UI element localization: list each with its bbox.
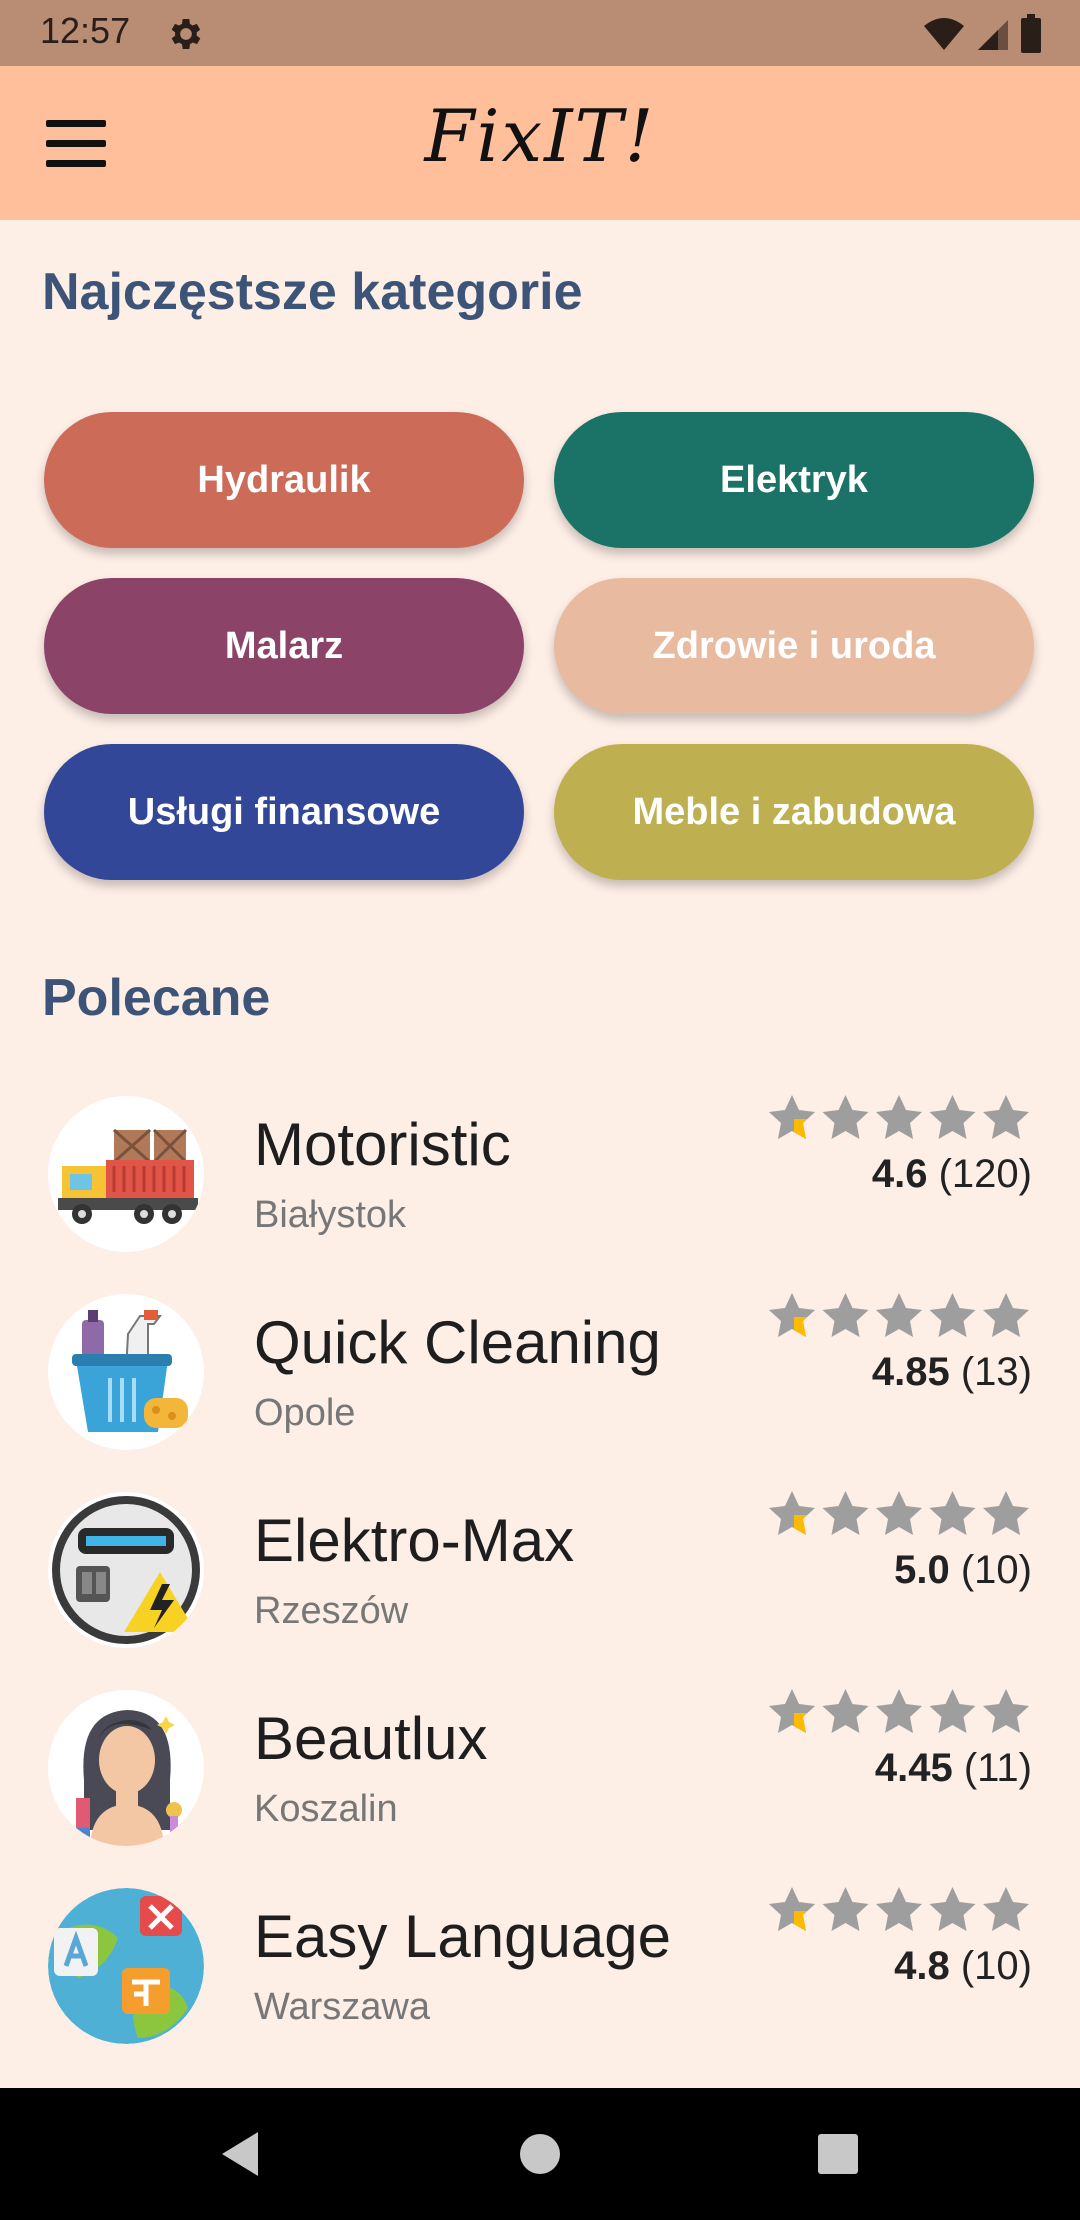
cleaning-bucket-icon — [48, 1294, 204, 1450]
recents-icon[interactable] — [806, 2122, 870, 2186]
rating-score: 4.6 — [871, 1152, 928, 1196]
cell-signal-icon — [978, 20, 1008, 50]
system-nav-bar — [0, 2088, 1080, 2220]
categories-title: Najczęstsze kategorie — [42, 263, 583, 321]
rating-stars — [769, 1491, 1029, 1535]
company-city: Białystok — [254, 1194, 407, 1236]
star-empty-icon — [769, 1293, 815, 1337]
rating-stars — [769, 1887, 1029, 1931]
app-title: FixIT! — [424, 94, 656, 178]
star-empty-icon — [876, 1887, 922, 1931]
star-empty-icon — [983, 1689, 1029, 1733]
company-city: Rzeszów — [254, 1590, 409, 1632]
status-icons — [922, 14, 1042, 54]
electric-meter-icon — [48, 1492, 204, 1648]
star-empty-icon — [876, 1095, 922, 1139]
company-name: Easy Language — [254, 1903, 672, 1970]
company-city: Koszalin — [254, 1788, 398, 1830]
company-name: Quick Cleaning — [254, 1309, 661, 1376]
category-meble-zabudowa-button[interactable]: Meble i zabudowa — [554, 744, 1034, 880]
rating-count: (13) — [960, 1350, 1032, 1394]
status-time: 12:57 — [40, 10, 131, 51]
rating-count: (10) — [960, 1944, 1032, 1988]
star-empty-icon — [929, 1095, 976, 1139]
rating-score: 4.45 — [874, 1746, 953, 1790]
list-item[interactable]: Motoristic Białystok 4.6 (120) — [0, 1074, 1080, 1272]
star-empty-icon — [822, 1491, 869, 1535]
battery-icon — [1021, 14, 1041, 53]
company-name: Motoristic — [254, 1111, 511, 1178]
company-name: Elektro-Max — [254, 1507, 575, 1574]
star-empty-icon — [822, 1887, 869, 1931]
list-item[interactable]: Quick Cleaning Opole 4.85 (13) — [0, 1272, 1080, 1470]
rating-score: 4.8 — [894, 1944, 950, 1988]
star-empty-icon — [822, 1095, 869, 1139]
rating-text: 5.0 (10) — [894, 1548, 1032, 1593]
list-item[interactable]: Beautlux Koszalin 4.45 (11) — [0, 1668, 1080, 1866]
category-uslugi-finansowe-button[interactable]: Usługi finansowe — [44, 744, 524, 880]
star-empty-icon — [822, 1293, 869, 1337]
star-empty-icon — [769, 1095, 815, 1139]
company-name: Beautlux — [254, 1705, 488, 1772]
rating-count: (10) — [960, 1548, 1032, 1592]
star-empty-icon — [983, 1887, 1029, 1931]
star-empty-icon — [929, 1887, 976, 1931]
rating-count: (11) — [963, 1746, 1032, 1790]
star-empty-icon — [876, 1491, 922, 1535]
category-malarz-button[interactable]: Malarz — [44, 578, 524, 714]
status-bar: 12:57 — [0, 0, 1080, 66]
rating-text: 4.85 (13) — [872, 1350, 1032, 1395]
back-icon[interactable] — [208, 2122, 272, 2186]
list-item[interactable]: Elektro-Max Rzeszów 5.0 (10) — [0, 1470, 1080, 1668]
star-empty-icon — [983, 1095, 1029, 1139]
category-zdrowie-uroda-button[interactable]: Zdrowie i uroda — [554, 578, 1034, 714]
home-icon[interactable] — [508, 2122, 572, 2186]
rating-score: 4.85 — [871, 1350, 950, 1394]
rating-score: 5.0 — [894, 1548, 950, 1592]
company-city: Opole — [254, 1392, 356, 1434]
rating-stars — [769, 1095, 1029, 1139]
star-empty-icon — [876, 1293, 922, 1337]
category-elektryk-button[interactable]: Elektryk — [554, 412, 1034, 548]
company-city: Warszawa — [254, 1986, 430, 2028]
star-empty-icon — [769, 1887, 815, 1931]
language-globe-icon — [48, 1888, 204, 2044]
rating-count: (120) — [938, 1152, 1032, 1196]
star-empty-icon — [929, 1293, 976, 1337]
star-empty-icon — [983, 1491, 1029, 1535]
recommended-title: Polecane — [42, 969, 271, 1027]
rating-text: 4.6 (120) — [872, 1152, 1032, 1197]
rating-stars — [769, 1689, 1029, 1733]
category-hydraulik-button[interactable]: Hydraulik — [44, 412, 524, 548]
star-empty-icon — [769, 1491, 815, 1535]
star-empty-icon — [929, 1689, 976, 1733]
star-empty-icon — [929, 1491, 976, 1535]
app-bar: FixIT! — [0, 66, 1080, 220]
rating-text: 4.8 (10) — [894, 1944, 1032, 1989]
rating-text: 4.45 (11) — [875, 1746, 1032, 1791]
settings-gear-icon — [171, 19, 201, 49]
list-item[interactable]: Easy Language Warszawa 4.8 (10) — [0, 1866, 1080, 2064]
wifi-icon — [924, 18, 964, 50]
star-empty-icon — [876, 1689, 922, 1733]
rating-stars — [769, 1293, 1029, 1337]
star-empty-icon — [822, 1689, 869, 1733]
beauty-woman-icon — [48, 1690, 204, 1846]
star-empty-icon — [983, 1293, 1029, 1337]
truck-icon — [48, 1096, 204, 1252]
star-empty-icon — [769, 1689, 815, 1733]
